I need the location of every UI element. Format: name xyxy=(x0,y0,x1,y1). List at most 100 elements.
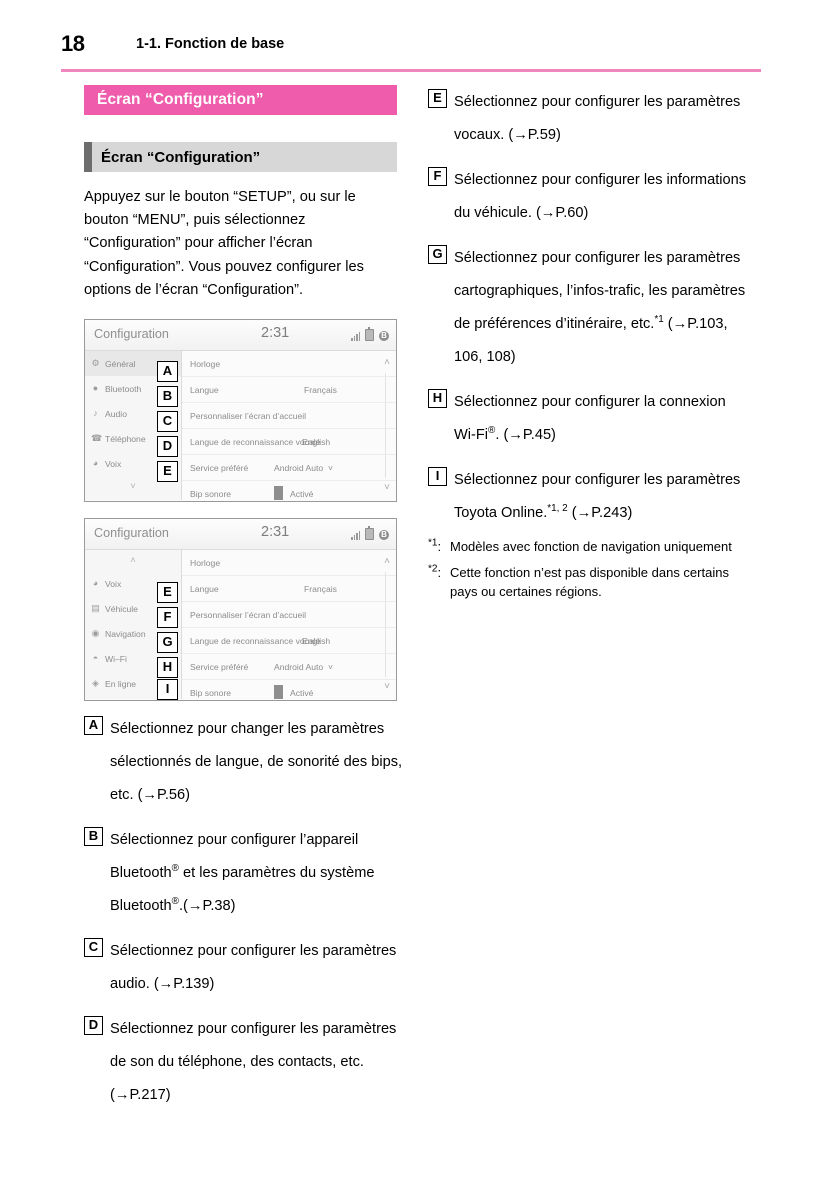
item-text: Sélectionnez pour configurer les paramèt… xyxy=(454,94,741,143)
chevron-down-icon[interactable]: ˅ xyxy=(328,662,333,672)
item-letter: H xyxy=(428,389,447,408)
heading-accent-bar xyxy=(84,142,92,172)
phone-icon: ☎ xyxy=(91,433,103,444)
description-item-c: C Sélectionnez pour configurer les param… xyxy=(84,935,404,1001)
description-item-b: B Sélectionnez pour configurer l’apparei… xyxy=(84,824,404,923)
callout-tag-h: H xyxy=(157,657,178,679)
list-item[interactable]: Personnaliser l’écran d’accueil xyxy=(182,602,396,629)
list-item[interactable]: Bip sonore Activé xyxy=(182,481,396,501)
chevron-down-icon[interactable]: ˅ xyxy=(328,463,333,473)
signal-icon xyxy=(351,531,360,541)
footnote-marker: *1: xyxy=(428,537,442,554)
item-text: Sélectionnez pour configurer les paramèt… xyxy=(110,943,397,993)
callout-tag-b: B xyxy=(157,386,178,408)
list-item-label: Personnaliser l’écran d’accueil xyxy=(190,410,307,421)
section-heading-gray-label: Écran “Configuration” xyxy=(101,148,261,166)
sidebar-item-label: Audio xyxy=(105,408,127,419)
note-icon: ♪ xyxy=(93,408,98,419)
item-letter: E xyxy=(428,89,447,108)
sidebar-item-label: En ligne xyxy=(105,678,137,689)
list-item-label: Bip sonore xyxy=(190,687,232,698)
list-item-value: English xyxy=(302,436,331,447)
list-item-label: Langue de reconnaissance vocale xyxy=(190,635,321,646)
item-text: Sélectionnez pour configurer les paramèt… xyxy=(454,472,741,521)
list-item[interactable]: Langue Français xyxy=(182,377,396,404)
item-letter: G xyxy=(428,245,447,264)
list-item-label: Bip sonore xyxy=(190,488,232,499)
item-text: Sélectionnez pour changer les paramètres… xyxy=(110,721,403,804)
list-item[interactable]: Personnaliser l’écran d’accueil xyxy=(182,403,396,430)
callout-tag-f: F xyxy=(157,607,178,629)
item-letter: D xyxy=(84,1016,103,1036)
device-title: Configuration xyxy=(94,327,169,342)
callout-tag-a: A xyxy=(157,361,178,383)
list-item[interactable]: Langue de reconnaissance vocale English xyxy=(182,429,396,456)
device-status-icons: B xyxy=(351,526,389,541)
device-settings-list-top: ˄ ˅ Horloge Langue Français Personnalise… xyxy=(182,351,396,501)
sidebar-item-label: Téléphone xyxy=(105,433,146,444)
description-item-e: E Sélectionnez pour configurer les param… xyxy=(428,86,748,152)
section-heading-pink-label: Écran “Configuration” xyxy=(97,91,264,108)
list-item[interactable]: Horloge xyxy=(182,550,396,577)
list-item-value: Français xyxy=(304,583,337,594)
chevron-up-icon[interactable]: ˄ xyxy=(85,550,181,571)
description-item-f: F Sélectionnez pour configurer les infor… xyxy=(428,164,748,230)
compass-icon: ◉ xyxy=(91,628,100,639)
list-item-label: Horloge xyxy=(190,557,221,568)
list-item[interactable]: Service préféré Android Auto ˅ xyxy=(182,455,396,482)
battery-icon xyxy=(365,327,374,342)
list-item-value: English xyxy=(302,635,331,646)
list-item-value: Français xyxy=(304,384,337,395)
description-item-i: I Sélectionnez pour configurer les param… xyxy=(428,464,748,530)
gear-icon: ⚙ xyxy=(91,358,100,369)
toggle-indicator[interactable] xyxy=(274,685,283,700)
footnote-1: *1: Modèles avec fonction de navigation … xyxy=(428,537,758,556)
list-item[interactable]: Bip sonore Activé xyxy=(182,680,396,700)
voice-icon: ◕ xyxy=(92,578,99,589)
item-letter: A xyxy=(84,716,103,736)
callout-tag-e: E xyxy=(157,582,178,604)
callout-tag-i: I xyxy=(157,679,178,701)
device-settings-list-bottom: ˄ ˅ Horloge Langue Français Personnalise… xyxy=(182,550,396,700)
footnote-text: Cette fonction n’est pas disponible dans… xyxy=(450,565,729,599)
sidebar-item-label: Navigation xyxy=(105,628,146,639)
intro-paragraph: Appuyez sur le bouton “SETUP”, ou sur le… xyxy=(84,189,364,298)
voice-icon: ◕ xyxy=(92,458,99,469)
item-text: Sélectionnez pour configurer la connexio… xyxy=(454,394,726,443)
description-item-g: G Sélectionnez pour configurer les param… xyxy=(428,242,748,374)
list-item-label: Service préféré xyxy=(190,661,249,672)
callout-tag-g: G xyxy=(157,632,178,654)
list-item-value: Activé xyxy=(290,488,314,499)
item-letter: F xyxy=(428,167,447,186)
bluetooth-icon: B xyxy=(379,331,389,342)
description-item-h: H Sélectionnez pour configurer la connex… xyxy=(428,386,748,452)
list-item-label: Horloge xyxy=(190,358,221,369)
list-item[interactable]: Service préféré Android Auto ˅ xyxy=(182,654,396,681)
item-text: Sélectionnez pour configurer l’appareil … xyxy=(110,832,375,915)
section-heading-pink: Écran “Configuration” xyxy=(84,85,397,115)
bluetooth-icon: ● xyxy=(92,383,99,394)
callout-tag-e: E xyxy=(157,461,178,483)
list-item[interactable]: Langue Français xyxy=(182,576,396,603)
device-clock: 2:31 xyxy=(261,524,290,541)
toggle-indicator[interactable] xyxy=(274,486,283,501)
sidebar-item-label: Voix xyxy=(105,578,122,589)
list-item[interactable]: Langue de reconnaissance vocale English xyxy=(182,628,396,655)
item-text: Sélectionnez pour configurer les informa… xyxy=(454,172,747,221)
section-heading-gray: Écran “Configuration” xyxy=(84,142,397,172)
footnote-marker: *2: xyxy=(428,563,442,580)
sidebar-item-label: Général xyxy=(105,358,136,369)
battery-icon xyxy=(365,526,374,541)
chapter-title: 1-1. Fonction de base xyxy=(136,36,285,52)
device-status-icons: B xyxy=(351,327,389,342)
list-item[interactable]: Horloge xyxy=(182,351,396,378)
item-letter: B xyxy=(84,827,103,847)
description-item-a: A Sélectionnez pour changer les paramètr… xyxy=(84,713,404,812)
list-item-label: Langue xyxy=(190,384,219,395)
description-item-d: D Sélectionnez pour configurer les param… xyxy=(84,1013,404,1112)
sidebar-item-label: Véhicule xyxy=(105,603,138,614)
callout-tag-d: D xyxy=(157,436,178,458)
footnote-2: *2: Cette fonction n’est pas disponible … xyxy=(428,563,758,601)
callout-tag-c: C xyxy=(157,411,178,433)
item-letter: C xyxy=(84,938,103,958)
